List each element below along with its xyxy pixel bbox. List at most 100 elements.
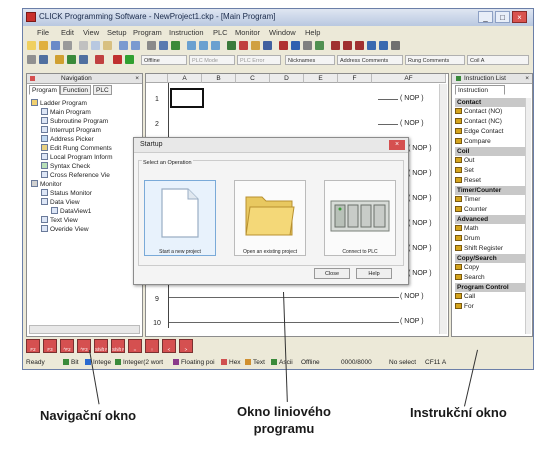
ladder-scrollbar[interactable] — [439, 84, 447, 334]
shortcut-key-button[interactable]: ↑ — [145, 339, 159, 353]
compare-icon[interactable] — [303, 41, 312, 50]
copy-icon[interactable] — [91, 41, 100, 50]
dialog-close-icon[interactable]: × — [389, 140, 405, 150]
window-icon[interactable] — [39, 55, 48, 64]
syntax-icon[interactable] — [67, 55, 76, 64]
tree-dataview1[interactable]: DataView1 — [51, 207, 91, 216]
instruction-item[interactable]: Search — [455, 273, 527, 282]
instruction-item[interactable]: Contact (NO) — [455, 107, 527, 116]
tree-subroutine-program[interactable]: Subroutine Program — [41, 117, 108, 126]
coil-address-toggle[interactable]: Coil A — [467, 55, 529, 65]
menu-instruction[interactable]: Instruction — [169, 28, 204, 37]
run-icon[interactable] — [227, 41, 236, 50]
shortcut-key-button[interactable]: F2 — [26, 339, 40, 353]
instruction-item[interactable]: Compare — [455, 137, 527, 146]
navigation-close-icon[interactable]: × — [135, 74, 139, 83]
instruction-item[interactable]: Out — [455, 156, 527, 165]
instruction-item[interactable]: Timer — [455, 195, 527, 204]
zoom-in-icon[interactable] — [187, 41, 196, 50]
tree-main-program[interactable]: Main Program — [41, 108, 91, 117]
layout-icon[interactable] — [27, 55, 36, 64]
instruction-item[interactable]: Counter — [455, 205, 527, 214]
save-icon[interactable] — [51, 41, 60, 50]
contact-icon[interactable] — [343, 41, 352, 50]
instruction-item[interactable]: Edge Contact — [455, 127, 527, 136]
connect-plc-option[interactable]: Connect to PLC — [324, 180, 396, 256]
instruction-category[interactable]: Copy/Search — [455, 254, 527, 263]
instruction-item[interactable]: Reset — [455, 176, 527, 185]
instruction-item[interactable]: Set — [455, 166, 527, 175]
paste-icon[interactable] — [103, 41, 112, 50]
instruction-scrollbar[interactable] — [525, 98, 531, 334]
undo-icon[interactable] — [119, 41, 128, 50]
zoom-out-icon[interactable] — [199, 41, 208, 50]
nicknames-toggle[interactable]: Nicknames — [285, 55, 335, 65]
instruction-icon[interactable] — [331, 41, 340, 50]
tree-edit-rung-comments[interactable]: Edit Rung Comments — [41, 144, 112, 153]
list-icon[interactable] — [79, 55, 88, 64]
tree-override-view[interactable]: Overide View — [41, 225, 89, 234]
tree-cross-reference[interactable]: Cross Reference Vie — [41, 171, 110, 180]
tree-ladder-program[interactable]: Ladder Program — [31, 99, 87, 108]
menu-edit[interactable]: Edit — [61, 28, 74, 37]
shortcut-key-button[interactable]: > — [179, 339, 193, 353]
shortcut-key-button[interactable]: = — [128, 339, 142, 353]
print-icon[interactable] — [63, 41, 72, 50]
data-view-icon[interactable] — [367, 41, 376, 50]
run-mode-icon[interactable] — [125, 55, 134, 64]
coil-icon[interactable] — [355, 41, 364, 50]
shortcut-key-button[interactable]: F3 — [43, 339, 57, 353]
tab-program[interactable]: Program — [29, 85, 60, 95]
instruction-item[interactable]: Drum — [455, 234, 527, 243]
address-comments-toggle[interactable]: Address Comments — [337, 55, 403, 65]
program-icon[interactable] — [55, 55, 64, 64]
shortcut-key-button[interactable]: ^F2 — [60, 339, 74, 353]
edit-icon[interactable] — [159, 41, 168, 50]
dialog-close-button[interactable]: Close — [314, 268, 350, 279]
tab-function[interactable]: Function — [60, 85, 91, 95]
shortcut-key-button[interactable]: Shift F3 — [111, 339, 125, 353]
tree-monitor[interactable]: Monitor — [31, 180, 62, 189]
instruction-item[interactable]: Call — [455, 292, 527, 301]
instruction-category[interactable]: Contact — [455, 98, 527, 107]
redo-icon[interactable] — [131, 41, 140, 50]
tree-text-view[interactable]: Text View — [41, 216, 78, 225]
tree-syntax-check[interactable]: Syntax Check — [41, 162, 90, 171]
instruction-item[interactable]: Contact (NC) — [455, 117, 527, 126]
instruction-item[interactable]: Copy — [455, 263, 527, 272]
menu-view[interactable]: View — [83, 28, 99, 37]
menu-program[interactable]: Program — [133, 28, 162, 37]
menu-window[interactable]: Window — [269, 28, 296, 37]
plc-write-icon[interactable] — [291, 41, 300, 50]
new-file-icon[interactable] — [27, 41, 36, 50]
instruction-close-icon[interactable]: × — [525, 74, 529, 83]
stop-mode-icon[interactable] — [113, 55, 122, 64]
tab-plc[interactable]: PLC — [93, 85, 112, 95]
find-icon[interactable] — [147, 41, 156, 50]
close-button[interactable]: × — [512, 11, 527, 23]
shortcut-key-button[interactable]: < — [162, 339, 176, 353]
grid-icon[interactable] — [95, 55, 104, 64]
menu-monitor[interactable]: Monitor — [235, 28, 260, 37]
cell-cursor[interactable] — [170, 88, 204, 108]
tree-status-monitor[interactable]: Status Monitor — [41, 189, 92, 198]
maximize-button[interactable]: □ — [495, 11, 510, 23]
minimize-button[interactable]: _ — [478, 11, 493, 23]
instruction-item[interactable]: For — [455, 302, 527, 311]
tree-data-view[interactable]: Data View — [41, 198, 80, 207]
dialog-help-button[interactable]: Help — [356, 268, 392, 279]
check-icon[interactable] — [171, 41, 180, 50]
new-project-option[interactable]: Start a new project — [144, 180, 216, 256]
zoom-fit-icon[interactable] — [211, 41, 220, 50]
address-picker-icon[interactable] — [379, 41, 388, 50]
tab-instruction[interactable]: Instruction — [455, 85, 505, 95]
monitor-icon[interactable] — [263, 41, 272, 50]
instruction-category[interactable]: Advanced — [455, 215, 527, 224]
stop-icon[interactable] — [239, 41, 248, 50]
connect-icon[interactable] — [315, 41, 324, 50]
rung-comments-toggle[interactable]: Rung Comments — [405, 55, 465, 65]
navigation-scrollbar[interactable] — [29, 325, 140, 334]
tree-interrupt-program[interactable]: Interrupt Program — [41, 126, 101, 135]
shortcut-key-button[interactable]: Shift F2 — [94, 339, 108, 353]
instruction-item[interactable]: Shift Register — [455, 244, 527, 253]
